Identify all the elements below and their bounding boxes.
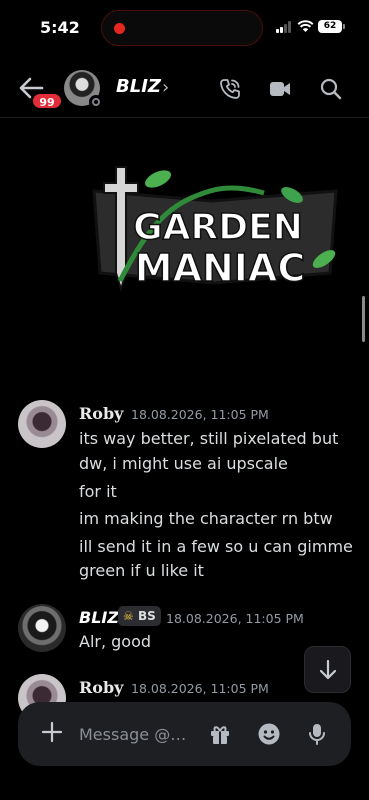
message-composer: Message @… bbox=[8, 694, 361, 774]
jump-to-latest-button[interactable] bbox=[304, 646, 351, 693]
garden-maniac-logo-image[interactable]: GARDEN MANIAC bbox=[80, 163, 350, 313]
gift-icon[interactable] bbox=[208, 722, 232, 746]
arrow-down-icon bbox=[319, 659, 337, 680]
page-title[interactable]: BLIZ bbox=[116, 76, 161, 97]
message-text: Alr, good bbox=[79, 632, 152, 651]
chevron-right-icon[interactable]: › bbox=[162, 77, 169, 98]
wifi-icon bbox=[297, 20, 314, 32]
message-text: im making the character rn btw bbox=[79, 509, 333, 528]
avatar[interactable] bbox=[18, 400, 66, 448]
message-timestamp: 18.08.2026, 11:05 PM bbox=[131, 681, 269, 696]
phone-icon[interactable] bbox=[219, 78, 241, 100]
status-bar: 5:42 62 bbox=[0, 0, 369, 56]
message-author[interactable]: Roby bbox=[79, 404, 123, 423]
avatar[interactable] bbox=[64, 70, 103, 109]
message-author[interactable]: BLIZ bbox=[79, 608, 119, 627]
user-tag-badge[interactable]: ☠ BS bbox=[118, 606, 161, 626]
user-tag-label: BS bbox=[137, 609, 156, 623]
battery-indicator: 62 bbox=[318, 20, 345, 33]
cellular-signal-icon bbox=[276, 21, 292, 33]
logo-line1: GARDEN bbox=[133, 207, 303, 248]
dynamic-island bbox=[101, 10, 263, 46]
message-author[interactable]: Roby bbox=[79, 678, 123, 697]
logo-line2: MANIAC bbox=[135, 246, 305, 290]
message-timestamp: 18.08.2026, 11:05 PM bbox=[131, 407, 269, 422]
chat-header: 99 BLIZ › bbox=[0, 62, 369, 118]
message-text: green if u like it bbox=[79, 561, 204, 580]
scrollbar[interactable] bbox=[362, 296, 365, 342]
message-input[interactable]: Message @… bbox=[79, 725, 186, 744]
microphone-icon[interactable] bbox=[307, 722, 327, 746]
avatar[interactable] bbox=[18, 604, 66, 652]
unread-badge: 99 bbox=[31, 92, 63, 110]
status-indicator bbox=[89, 95, 103, 109]
recording-indicator-icon bbox=[114, 23, 125, 34]
message-text: dw, i might use ai upscale bbox=[79, 454, 288, 473]
message-text: its way better, still pixelated but bbox=[79, 429, 339, 448]
skull-icon: ☠ bbox=[123, 609, 134, 623]
emoji-icon[interactable] bbox=[257, 722, 281, 746]
message-timestamp: 18.08.2026, 11:05 PM bbox=[166, 611, 304, 626]
status-time: 5:42 bbox=[40, 18, 80, 37]
video-icon[interactable] bbox=[269, 80, 291, 98]
plus-icon[interactable] bbox=[40, 720, 64, 744]
message-text: for it bbox=[79, 482, 117, 501]
search-icon[interactable] bbox=[320, 78, 342, 100]
message-text: ill send it in a few so u can gimme bbox=[79, 537, 353, 556]
